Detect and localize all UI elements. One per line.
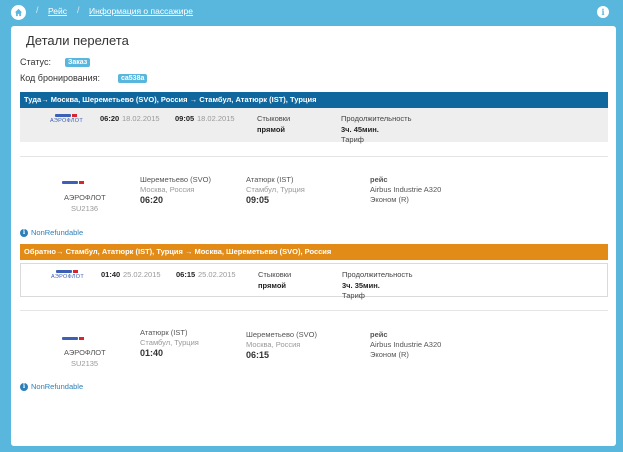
departure-time: 06:20 [100, 114, 120, 123]
aeroflot-logo: АЭРОФЛОТ [51, 270, 84, 280]
info-icon: i [20, 228, 28, 237]
destination-airport: Ататюрк (IST) [246, 175, 294, 184]
nonrefundable-link[interactable]: i NonRefundable [20, 382, 83, 391]
page-title: Детали перелета [26, 33, 129, 48]
destination-city: Стамбул, Турция [246, 185, 305, 194]
outbound-summary[interactable]: АЭРОФЛОТ 06:20 18.02.2015 09:05 18.02.20… [20, 108, 608, 144]
nonrefundable-label: NonRefundable [31, 228, 84, 237]
airline-name: АЭРОФЛОТ [64, 193, 106, 202]
duration-label: Продолжительность [342, 270, 413, 279]
stops-label: Стыковки [258, 270, 292, 279]
origin-city: Стамбул, Турция [140, 338, 199, 347]
arrival-time: 06:15 [176, 270, 196, 279]
duration-value: 3ч. 35мин. [342, 281, 380, 290]
return-summary[interactable]: АЭРОФЛОТ 01:40 25.02.2015 06:15 25.02.20… [20, 263, 608, 300]
fare-label[interactable]: Тариф [342, 291, 365, 300]
destination-time: 09:05 [246, 195, 270, 205]
airline-logo-text: АЭРОФЛОТ [51, 274, 84, 280]
return-segment-detail: АЭРОФЛОТ SU2135 Ататюрк (IST) Стамбул, Т… [20, 310, 608, 376]
home-icon [14, 8, 23, 17]
cabin-class: Эконом (R) [370, 350, 409, 359]
arrival-date: 25.02.2015 [198, 270, 236, 279]
aircraft-type: Airbus Industrie A320 [370, 185, 442, 194]
stops-value: прямой [258, 281, 287, 290]
origin-airport: Ататюрк (IST) [140, 328, 188, 337]
airline-logo-text: АЭРОФЛОТ [50, 118, 83, 124]
return-leg-header: Обратно→ Стамбул, Ататюрк (IST), Турция … [20, 244, 608, 260]
booking-code-badge: ca538a [118, 74, 148, 83]
duration-value: 3ч. 45мин. [341, 125, 379, 134]
top-bar: / Рейс / Информация о пассажире i [0, 0, 623, 24]
departure-date: 18.02.2015 [122, 114, 160, 123]
aircraft-type: Airbus Industrie A320 [370, 340, 442, 349]
departure-date: 25.02.2015 [123, 270, 161, 279]
breadcrumb-separator: / [36, 5, 39, 15]
departure-time: 01:40 [101, 270, 121, 279]
origin-city: Москва, Россия [140, 185, 195, 194]
duration-label: Продолжительность [341, 114, 412, 123]
stops-value: прямой [257, 125, 286, 134]
aeroflot-logo [62, 337, 84, 340]
aeroflot-logo: АЭРОФЛОТ [50, 114, 83, 124]
origin-time: 01:40 [140, 348, 164, 358]
breadcrumb-separator: / [77, 5, 80, 15]
info-icon[interactable]: i [597, 6, 609, 18]
home-button[interactable] [11, 5, 26, 20]
breadcrumb-passenger-info[interactable]: Информация о пассажире [89, 6, 193, 16]
fare-label[interactable]: Тариф [341, 135, 364, 144]
flight-number: SU2135 [71, 359, 99, 368]
origin-airport: Шереметьево (SVO) [140, 175, 211, 184]
info-icon: i [20, 382, 28, 391]
airline-name: АЭРОФЛОТ [64, 348, 106, 357]
outbound-leg-header: Туда→ Москва, Шереметьево (SVO), Россия … [20, 92, 608, 108]
flight-details-panel: Детали перелета Статус: Заказ Код бронир… [11, 26, 616, 446]
flight-label: рейс [370, 175, 388, 184]
status-label: Статус: [20, 57, 51, 67]
destination-time: 06:15 [246, 350, 270, 360]
destination-city: Москва, Россия [246, 340, 301, 349]
stops-label: Стыковки [257, 114, 291, 123]
flight-label: рейс [370, 330, 388, 339]
arrival-time: 09:05 [175, 114, 195, 123]
booking-code-label: Код бронирования: [20, 73, 101, 83]
origin-time: 06:20 [140, 195, 164, 205]
cabin-class: Эконом (R) [370, 195, 409, 204]
breadcrumb-flight[interactable]: Рейс [48, 6, 67, 16]
arrival-date: 18.02.2015 [197, 114, 235, 123]
outbound-segment-detail: АЭРОФЛОТ SU2136 Шереметьево (SVO) Москва… [20, 156, 608, 222]
status-badge: Заказ [65, 58, 91, 67]
nonrefundable-label: NonRefundable [31, 382, 84, 391]
aeroflot-logo [62, 181, 84, 184]
flight-number: SU2136 [71, 204, 99, 213]
nonrefundable-link[interactable]: i NonRefundable [20, 228, 83, 237]
destination-airport: Шереметьево (SVO) [246, 330, 317, 339]
